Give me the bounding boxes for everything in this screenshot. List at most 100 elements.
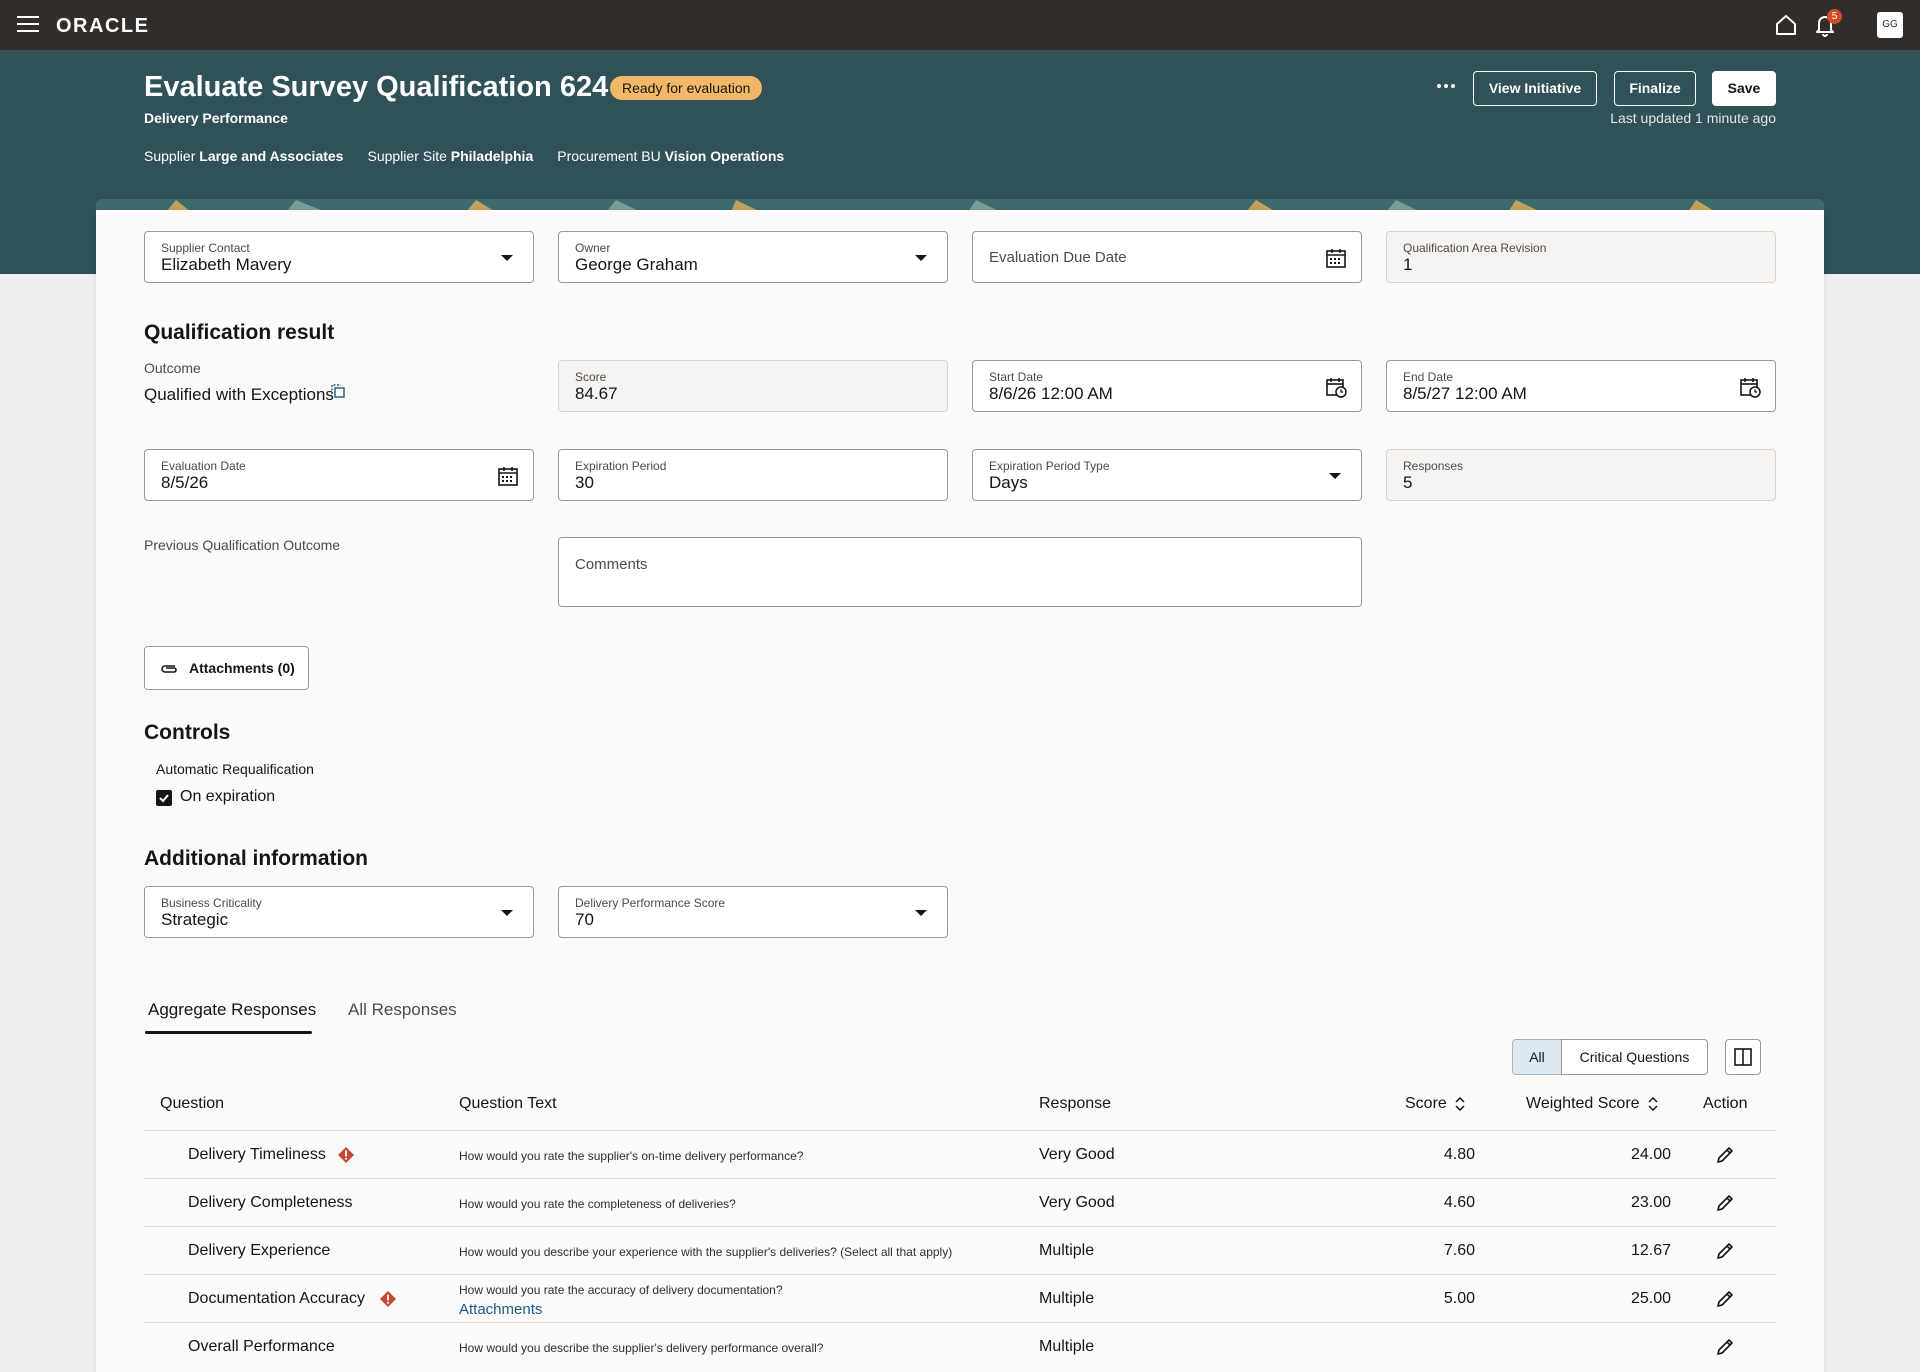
- question-name: Delivery Timeliness: [188, 1146, 326, 1163]
- table-divider: [144, 1130, 1776, 1131]
- controls-title: Controls: [144, 721, 231, 744]
- sort-icon[interactable]: [1648, 1096, 1658, 1111]
- responses-field: Responses 5: [1386, 449, 1776, 501]
- chevron-down-icon[interactable]: [1329, 473, 1341, 479]
- weighted-score-value: 23.00: [1630, 1194, 1671, 1211]
- end-date-field[interactable]: End Date 8/5/27 12:00 AM: [1386, 360, 1776, 412]
- edit-icon[interactable]: [1716, 1194, 1734, 1212]
- supplier-meta: Supplier Large and Associates: [144, 148, 344, 164]
- question-name: Documentation Accuracy: [188, 1290, 365, 1307]
- comments-field[interactable]: Comments: [558, 537, 1362, 607]
- question-text: How would you describe your experience w…: [459, 1245, 953, 1259]
- owner-select[interactable]: Owner George Graham: [558, 231, 948, 283]
- question-text: How would you describe the supplier's de…: [459, 1341, 824, 1355]
- calendar-icon[interactable]: [1325, 247, 1347, 269]
- col-question-text: Question Text: [459, 1095, 557, 1112]
- weighted-score-value: 25.00: [1630, 1290, 1671, 1307]
- active-tab-indicator: [145, 1031, 312, 1034]
- table-row-divider: [144, 1322, 1776, 1323]
- on-expiration-checkbox[interactable]: [156, 790, 172, 806]
- score-value: 7.60: [1443, 1242, 1475, 1259]
- start-date-field[interactable]: Start Date 8/6/26 12:00 AM: [972, 360, 1362, 412]
- chevron-down-icon[interactable]: [915, 255, 927, 261]
- col-score[interactable]: Score: [1405, 1095, 1465, 1113]
- response-value: Multiple: [1039, 1290, 1095, 1307]
- more-actions-icon[interactable]: [1432, 72, 1460, 100]
- outcome-label: Outcome: [144, 360, 201, 376]
- weighted-score-value: 24.00: [1630, 1146, 1671, 1163]
- score-field: Score 84.67: [558, 360, 948, 412]
- question-text: How would you rate the supplier's on-tim…: [459, 1149, 804, 1163]
- score-value: 4.80: [1443, 1146, 1475, 1163]
- filter-critical-questions-button[interactable]: Critical Questions: [1561, 1039, 1708, 1075]
- col-question: Question: [160, 1095, 225, 1112]
- user-avatar[interactable]: GG: [1877, 12, 1903, 38]
- table-row-divider: [144, 1178, 1776, 1179]
- table-row-divider: [144, 1274, 1776, 1275]
- chevron-down-icon[interactable]: [915, 910, 927, 916]
- save-button[interactable]: Save: [1712, 71, 1776, 106]
- paperclip-icon: [161, 665, 177, 673]
- page-subtitle: Delivery Performance: [144, 110, 288, 126]
- status-badge: Ready for evaluation: [610, 76, 763, 100]
- copy-icon[interactable]: [331, 384, 345, 398]
- business-criticality-select[interactable]: Business Criticality Strategic: [144, 886, 534, 938]
- edit-icon[interactable]: [1716, 1242, 1734, 1260]
- on-expiration-label: On expiration: [180, 788, 276, 805]
- bu-meta: Procurement BU Vision Operations: [557, 148, 785, 164]
- supplier-contact-select[interactable]: Supplier Contact Elizabeth Mavery: [144, 231, 534, 283]
- edit-icon[interactable]: [1716, 1290, 1734, 1308]
- response-value: Multiple: [1039, 1242, 1095, 1259]
- automatic-requalification-label: Automatic Requalification: [156, 761, 314, 777]
- header-meta: Supplier Large and Associates Supplier S…: [144, 148, 784, 164]
- score-value: 5.00: [1443, 1290, 1475, 1307]
- delivery-performance-score-select[interactable]: Delivery Performance Score 70: [558, 886, 948, 938]
- critical-warning-icon: [338, 1147, 354, 1163]
- edit-icon[interactable]: [1716, 1146, 1734, 1164]
- weighted-score-value: 12.67: [1630, 1242, 1671, 1259]
- col-response: Response: [1039, 1095, 1112, 1112]
- outcome-value: Qualified with Exceptions: [144, 385, 334, 404]
- calendar-icon[interactable]: [497, 465, 519, 487]
- chevron-down-icon[interactable]: [501, 255, 513, 261]
- previous-outcome-label: Previous Qualification Outcome: [144, 537, 341, 553]
- filter-all-button[interactable]: All: [1512, 1039, 1562, 1075]
- attachments-link[interactable]: Attachments: [459, 1301, 542, 1318]
- site-meta: Supplier Site Philadelphia: [367, 148, 534, 164]
- chevron-down-icon[interactable]: [501, 910, 513, 916]
- tab-all-responses[interactable]: All Responses: [348, 1000, 457, 1020]
- page-title: Evaluate Survey Qualification 624: [144, 71, 609, 103]
- sort-icon[interactable]: [1455, 1096, 1465, 1111]
- col-action: Action: [1703, 1095, 1748, 1112]
- qualification-area-revision-field: Qualification Area Revision 1: [1386, 231, 1776, 283]
- expiration-period-field[interactable]: Expiration Period 30: [558, 449, 948, 501]
- response-value: Very Good: [1039, 1146, 1115, 1163]
- table-row-divider: [144, 1226, 1776, 1227]
- question-name: Delivery Experience: [188, 1242, 331, 1259]
- response-value: Very Good: [1039, 1194, 1115, 1211]
- calendar-clock-icon[interactable]: [1739, 376, 1761, 398]
- oracle-logo: ORACLE: [56, 15, 150, 37]
- question-text: How would you rate the accuracy of deliv…: [459, 1283, 783, 1297]
- evaluation-due-date-field[interactable]: Evaluation Due Date: [972, 231, 1362, 283]
- attachments-button[interactable]: Attachments (0): [144, 646, 309, 690]
- col-weighted-score[interactable]: Weighted Score: [1526, 1095, 1658, 1113]
- columns-icon[interactable]: [1725, 1039, 1761, 1075]
- response-value: Multiple: [1039, 1338, 1095, 1355]
- edit-icon[interactable]: [1716, 1338, 1734, 1356]
- finalize-button[interactable]: Finalize: [1614, 71, 1696, 106]
- global-header: ORACLE 5 GG: [0, 0, 1920, 50]
- last-updated: Last updated 1 minute ago: [1610, 110, 1776, 126]
- evaluation-date-field[interactable]: Evaluation Date 8/5/26: [144, 449, 534, 501]
- qualification-result-title: Qualification result: [144, 321, 335, 344]
- view-initiative-button[interactable]: View Initiative: [1473, 71, 1597, 106]
- home-icon[interactable]: [1774, 13, 1798, 37]
- additional-information-title: Additional information: [144, 847, 368, 870]
- notification-badge: 5: [1827, 9, 1842, 24]
- menu-icon[interactable]: [17, 16, 39, 34]
- calendar-clock-icon[interactable]: [1325, 376, 1347, 398]
- question-text: How would you rate the completeness of d…: [459, 1197, 736, 1211]
- tab-aggregate-responses[interactable]: Aggregate Responses: [148, 1000, 316, 1020]
- question-name: Overall Performance: [188, 1338, 335, 1355]
- expiration-period-type-select[interactable]: Expiration Period Type Days: [972, 449, 1362, 501]
